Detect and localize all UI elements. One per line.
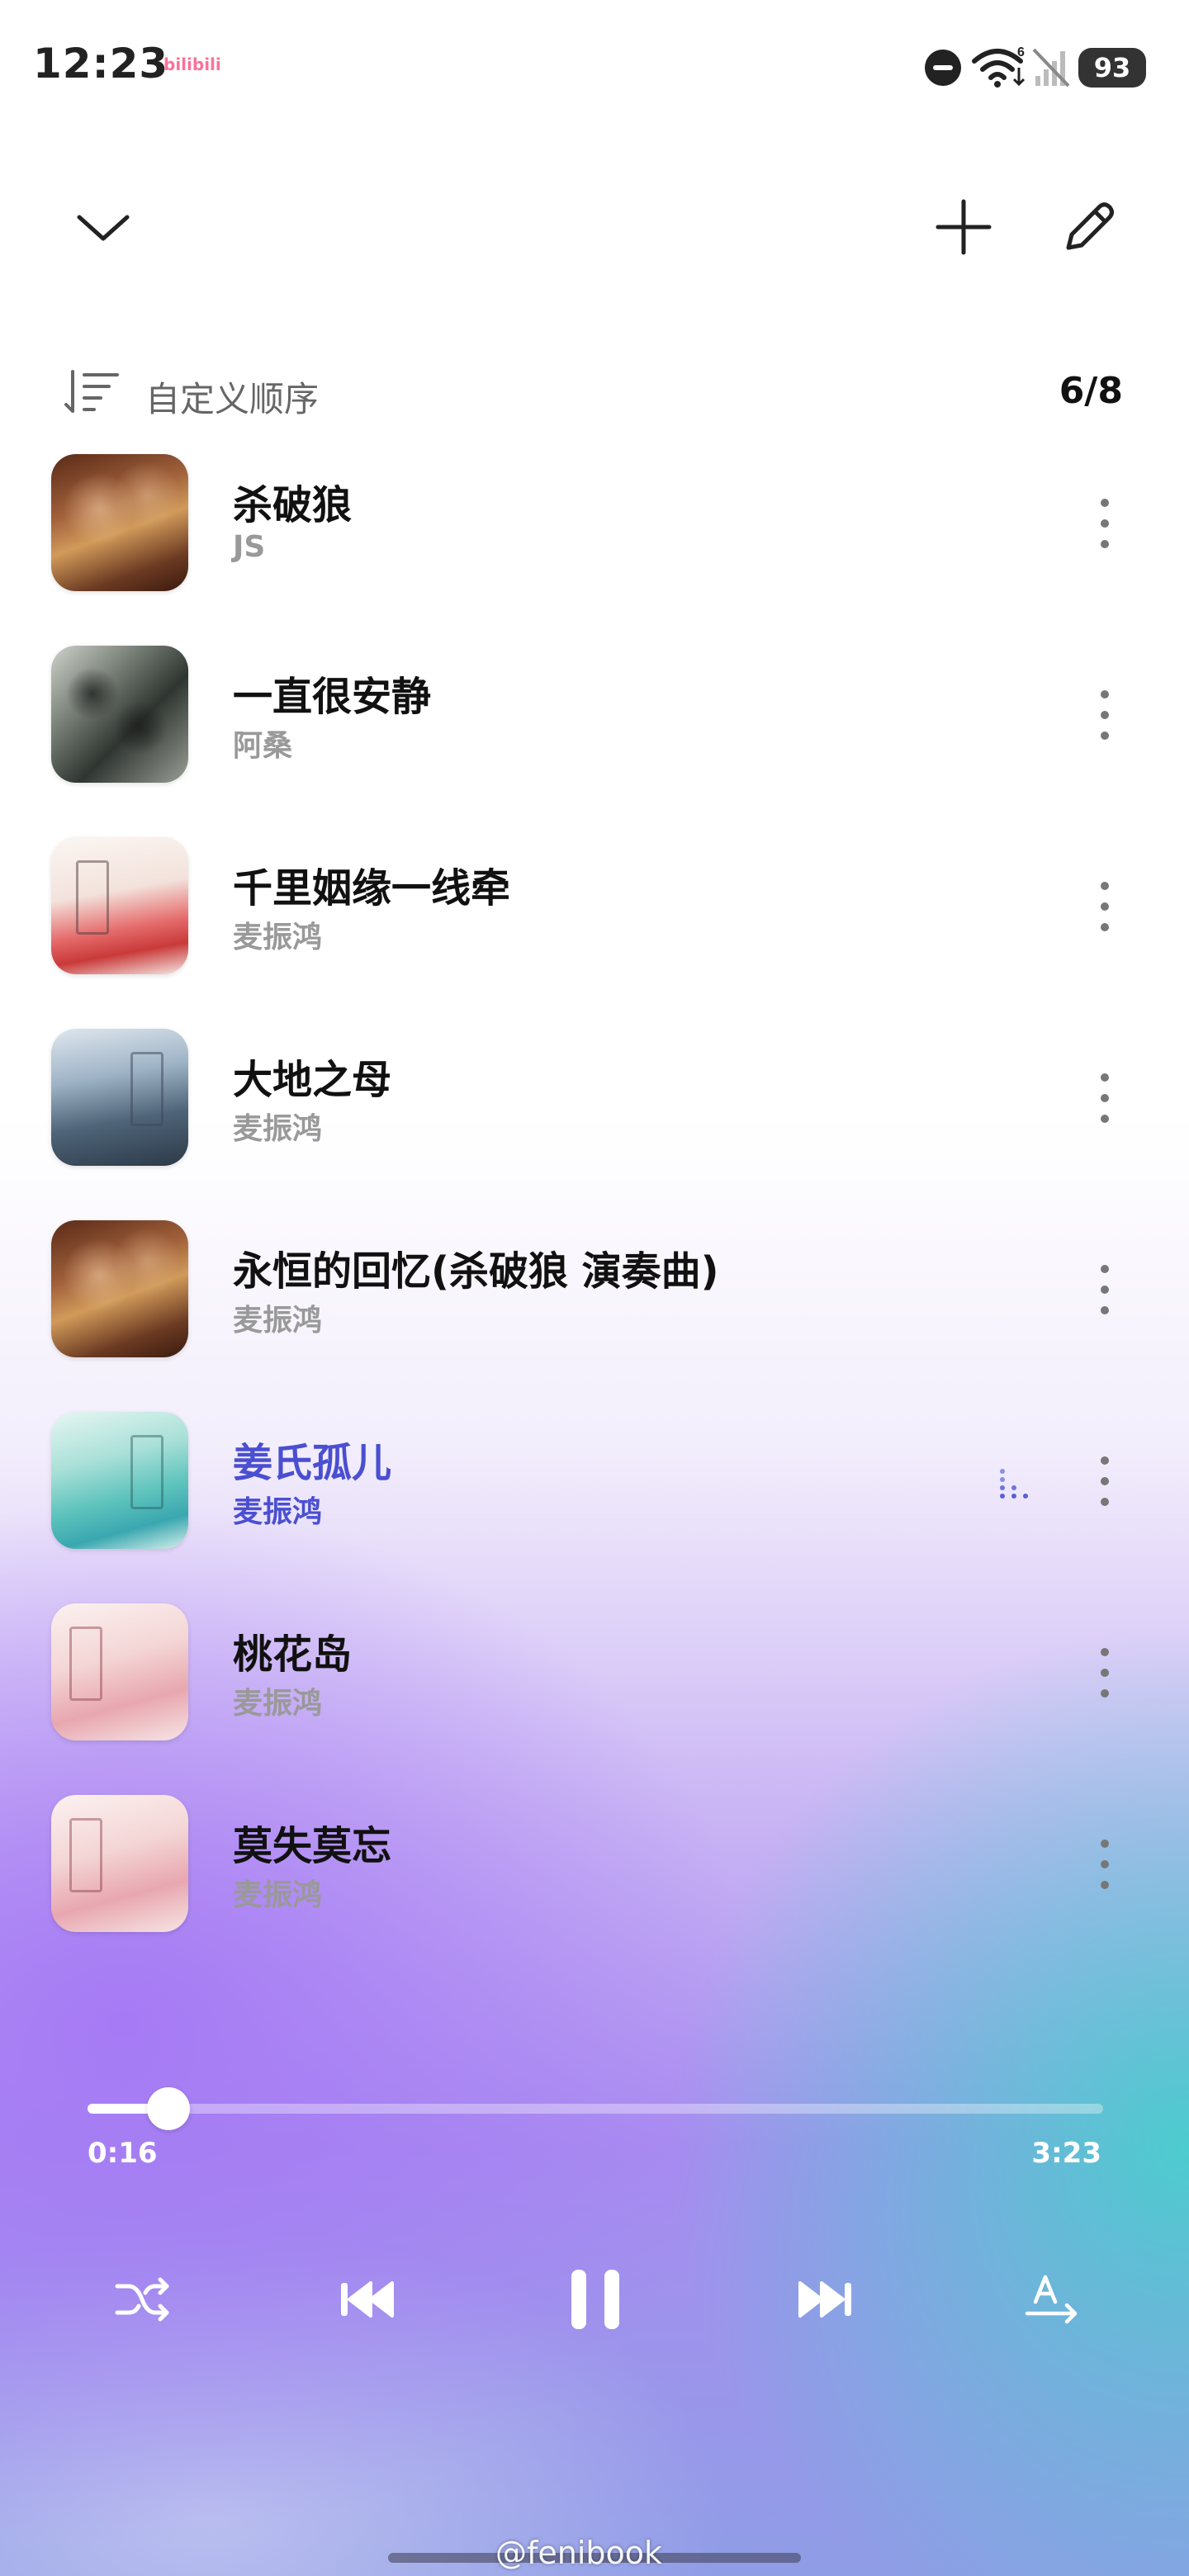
- album-cover: [51, 454, 188, 591]
- list-item[interactable]: 大地之母 麦振鸿: [0, 1012, 1189, 1204]
- more-options-icon[interactable]: [1088, 1831, 1121, 1897]
- battery-indicator: 93: [1078, 48, 1146, 88]
- current-time: 0:16: [88, 2137, 158, 2170]
- list-item[interactable]: 千里姻缘一线牵 麦振鸿: [0, 821, 1189, 1012]
- now-playing-equalizer-icon: [1000, 1469, 1028, 1499]
- album-cover-plaque: [76, 860, 109, 935]
- sort-mode-label[interactable]: 自定义顺序: [145, 372, 319, 422]
- signal-icon: [1032, 48, 1070, 88]
- list-item[interactable]: 永恒的回忆(杀破狼 演奏曲) 麦振鸿: [0, 1204, 1189, 1395]
- svg-text:6: 6: [1017, 45, 1025, 59]
- album-cover-plaque: [130, 1052, 163, 1126]
- bilibili-logo: bilibili: [163, 54, 221, 74]
- watermark: @fenibook: [495, 2535, 663, 2571]
- queue-position-count: 6/8: [1059, 370, 1123, 412]
- album-cover: [51, 1603, 188, 1740]
- list-item[interactable]: 桃花岛 麦振鸿: [0, 1587, 1189, 1778]
- list-item[interactable]: 一直很安静 阿桑: [0, 629, 1189, 821]
- album-cover-plaque: [69, 1627, 102, 1701]
- song-title: 莫失莫忘: [233, 1823, 392, 1869]
- album-cover: [51, 1220, 188, 1357]
- lyrics-translate-icon: [1025, 2275, 1078, 2324]
- progress-knob[interactable]: [147, 2087, 190, 2130]
- song-title: 杀破狼: [233, 482, 353, 528]
- skip-next-icon: [798, 2281, 851, 2318]
- wifi-icon: 6: [972, 45, 1026, 88]
- more-options-icon[interactable]: [1088, 1448, 1121, 1514]
- sort-icon[interactable]: [63, 368, 121, 416]
- add-to-playlist-button[interactable]: [926, 190, 1001, 264]
- playback-progress-bar[interactable]: [88, 2087, 1103, 2130]
- song-artist: JS: [233, 530, 266, 564]
- edit-queue-button[interactable]: [1052, 190, 1126, 264]
- song-title: 千里姻缘一线牵: [233, 865, 511, 912]
- list-item-now-playing[interactable]: 姜氏孤儿 麦振鸿: [0, 1395, 1189, 1587]
- more-options-icon[interactable]: [1088, 1257, 1121, 1323]
- chevron-down-icon: [77, 215, 130, 241]
- pencil-icon: [1066, 202, 1114, 250]
- album-cover: [51, 837, 188, 974]
- song-title: 大地之母: [233, 1057, 392, 1103]
- song-artist: 麦振鸿: [233, 1304, 323, 1338]
- song-title: 姜氏孤儿: [233, 1440, 392, 1486]
- list-item[interactable]: 杀破狼 JS: [0, 438, 1189, 629]
- more-options-icon[interactable]: [1088, 1640, 1121, 1706]
- status-bar: 12:23 bilibili 6 93: [0, 0, 1189, 132]
- more-options-icon[interactable]: [1088, 1065, 1121, 1131]
- pause-icon: [571, 2270, 619, 2329]
- song-artist: 阿桑: [233, 729, 293, 763]
- song-artist: 麦振鸿: [233, 1687, 323, 1721]
- song-title: 一直很安静: [233, 674, 432, 720]
- more-options-icon[interactable]: [1088, 490, 1121, 556]
- album-cover: [51, 1029, 188, 1166]
- plus-icon: [936, 199, 992, 255]
- album-cover-plaque: [69, 1818, 102, 1892]
- song-artist: 麦振鸿: [233, 1495, 323, 1529]
- song-artist: 麦振鸿: [233, 1112, 323, 1146]
- more-options-icon[interactable]: [1088, 682, 1121, 748]
- lyrics-button[interactable]: [1007, 2254, 1098, 2345]
- album-cover: [51, 646, 188, 783]
- song-artist: 麦振鸿: [233, 921, 323, 954]
- song-artist: 麦振鸿: [233, 1878, 323, 1912]
- collapse-button[interactable]: [66, 190, 140, 264]
- album-cover: [51, 1795, 188, 1932]
- pause-button[interactable]: [550, 2254, 641, 2345]
- previous-button[interactable]: [322, 2254, 413, 2345]
- next-button[interactable]: [779, 2254, 870, 2345]
- shuffle-button[interactable]: [97, 2254, 188, 2345]
- queue-sort-bar: 自定义顺序 6/8: [58, 363, 1131, 421]
- album-cover: [51, 1412, 188, 1549]
- play-queue-list: 杀破狼 JS 一直很安静 阿桑 千里姻缘一线牵 麦振鸿 大地之母 麦振鸿 永恒的…: [0, 438, 1189, 1970]
- list-item[interactable]: 莫失莫忘 麦振鸿: [0, 1778, 1189, 1970]
- do-not-disturb-icon: [925, 50, 961, 86]
- more-options-icon[interactable]: [1088, 874, 1121, 940]
- total-time: 3:23: [1031, 2137, 1101, 2170]
- shuffle-icon: [115, 2277, 169, 2322]
- album-cover-plaque: [130, 1435, 163, 1509]
- song-title: 永恒的回忆(杀破狼 演奏曲): [233, 1248, 719, 1295]
- song-title: 桃花岛: [233, 1631, 353, 1678]
- skip-previous-icon: [341, 2281, 394, 2318]
- status-time: 12:23: [33, 40, 169, 88]
